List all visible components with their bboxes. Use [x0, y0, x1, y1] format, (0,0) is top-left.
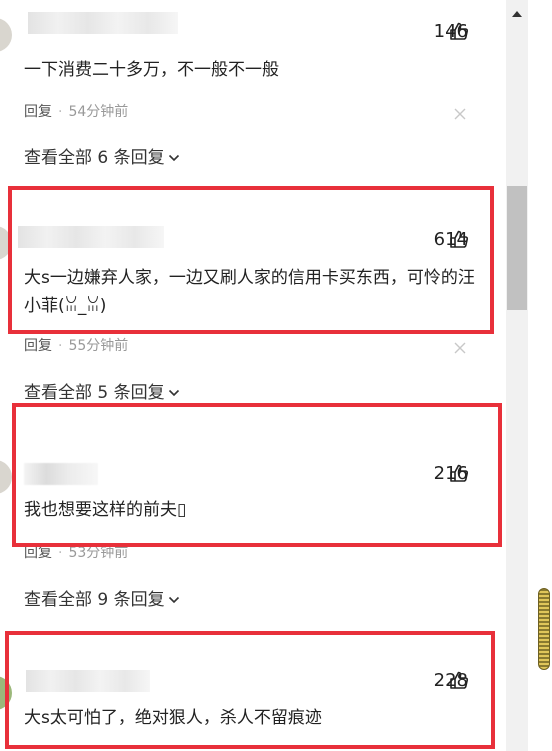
- separator-dot: ·: [58, 338, 63, 354]
- commenter-avatar[interactable]: [0, 460, 12, 494]
- chevron-down-icon: [168, 596, 179, 604]
- thumbs-up-icon[interactable]: [449, 21, 469, 41]
- vertical-scrollbar[interactable]: [506, 0, 528, 751]
- chevron-down-icon: [168, 389, 179, 397]
- reply-link[interactable]: 回复: [24, 338, 52, 354]
- comment-text: 一下消费二十多万，不一般不一般: [24, 60, 279, 80]
- close-icon[interactable]: [454, 108, 466, 120]
- view-all-replies-button[interactable]: 查看全部 9 条回复: [24, 588, 180, 612]
- comment-meta: 回复 · 53分钟前: [24, 543, 128, 563]
- commenter-username-blurred[interactable]: [28, 12, 178, 34]
- comment-meta: 回复 · 55分钟前: [24, 336, 128, 356]
- scroll-up-arrow-icon[interactable]: [511, 10, 523, 18]
- commenter-avatar[interactable]: [0, 226, 12, 260]
- view-replies-label: 查看全部 9 条回复: [24, 590, 165, 610]
- commenter-avatar[interactable]: [0, 18, 12, 52]
- comment-text: 我也想要这样的前夫▯: [24, 500, 187, 520]
- comment-feed: 146 一下消费二十多万，不一般不一般 回复 · 54分钟前 查看全部 6 条回复 …: [0, 0, 552, 751]
- comment-text: 大s一边嫌弃人家，一边又刷人家的信用卡买东西，可怜的汪小菲(ꈍ_ꈍ): [24, 268, 475, 316]
- thumbs-up-icon[interactable]: [449, 229, 469, 249]
- commenter-username-blurred[interactable]: [18, 226, 164, 248]
- reply-link[interactable]: 回复: [24, 545, 52, 561]
- separator-dot: ·: [58, 104, 63, 120]
- commenter-username-blurred[interactable]: [24, 463, 98, 485]
- side-scroll-handle[interactable]: [538, 588, 550, 670]
- thumbs-up-icon[interactable]: [449, 670, 469, 690]
- view-replies-label: 查看全部 6 条回复: [24, 148, 165, 168]
- reply-link[interactable]: 回复: [24, 104, 52, 120]
- comment-time: 55分钟前: [68, 338, 129, 354]
- comment-time: 53分钟前: [68, 545, 129, 561]
- commenter-avatar[interactable]: [0, 676, 12, 710]
- view-all-replies-button[interactable]: 查看全部 5 条回复: [24, 381, 180, 405]
- close-icon[interactable]: [454, 342, 466, 354]
- chevron-down-icon: [168, 154, 179, 162]
- view-replies-label: 查看全部 5 条回复: [24, 383, 165, 403]
- comment-time: 54分钟前: [68, 104, 129, 120]
- scrollbar-thumb[interactable]: [507, 186, 527, 310]
- comment-text: 大s太可怕了，绝对狠人，杀人不留痕迹: [24, 708, 322, 728]
- view-all-replies-button[interactable]: 查看全部 6 条回复: [24, 146, 180, 170]
- separator-dot: ·: [58, 545, 63, 561]
- commenter-username-blurred[interactable]: [26, 670, 150, 692]
- thumbs-up-icon[interactable]: [449, 463, 469, 483]
- comment-meta: 回复 · 54分钟前: [24, 102, 128, 122]
